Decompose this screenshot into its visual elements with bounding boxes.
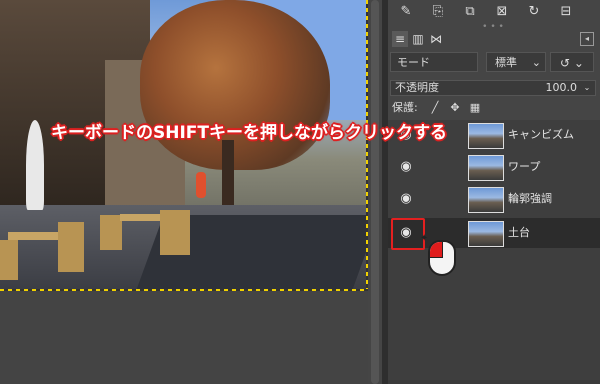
lock-alpha-icon[interactable]: ▦ bbox=[468, 100, 482, 116]
layer-thumbnail bbox=[468, 187, 504, 213]
instruction-annotation: キーボードのSHIFTキーを押しながらクリックする bbox=[51, 123, 448, 143]
scrollbar-thumb[interactable] bbox=[371, 0, 379, 384]
lock-row: 保護: ╱ ✥ ▦ bbox=[392, 100, 596, 116]
person-figure bbox=[196, 172, 206, 198]
channels-tab-icon[interactable]: ▥ bbox=[410, 31, 426, 47]
parasol bbox=[26, 120, 44, 210]
eye-icon[interactable]: ◉ bbox=[396, 192, 416, 206]
layers-tab-icon[interactable]: ≡ bbox=[392, 31, 408, 47]
layer-row[interactable]: ◉ ワープ bbox=[388, 152, 600, 182]
layer-name: 輪郭強調 bbox=[508, 192, 552, 205]
layers-panel: ✎ ⎘ ⧉ ⊠ ↻ ⊟ • • • ≡ ▥ ⋈ ◂ モード 標準 ⌄ ↺ ⌄ 不… bbox=[388, 0, 600, 384]
mode-value: 標準 bbox=[495, 56, 517, 69]
canvas-boundary bbox=[0, 289, 368, 291]
table bbox=[120, 214, 160, 221]
delete-icon[interactable]: ⊠ bbox=[494, 4, 510, 20]
panel-footer bbox=[388, 380, 600, 384]
opacity-value: 100.0 bbox=[545, 81, 578, 94]
mouse-click-icon bbox=[428, 240, 456, 276]
chair bbox=[58, 222, 84, 272]
spinner-icon[interactable]: ⌄ bbox=[581, 82, 593, 94]
vertical-scrollbar[interactable] bbox=[368, 0, 382, 384]
lock-position-icon[interactable]: ✥ bbox=[448, 100, 462, 116]
panel-toolbar: ✎ ⎘ ⧉ ⊠ ↻ ⊟ bbox=[388, 0, 600, 24]
opacity-label: 不透明度 bbox=[395, 81, 439, 94]
lock-label: 保護: bbox=[392, 101, 418, 114]
reset-icon[interactable]: ⊟ bbox=[558, 4, 574, 20]
chair bbox=[160, 210, 190, 255]
layer-row[interactable]: ◉ 輪郭強調 bbox=[388, 184, 600, 214]
mode-select[interactable]: 標準 ⌄ bbox=[486, 52, 546, 72]
layer-thumbnail bbox=[468, 155, 504, 181]
composite-mode-button[interactable]: ↺ ⌄ bbox=[550, 52, 594, 72]
layer-list: ◉ キャンビズム ◉ ワープ ◉ 輪郭強調 ◉ 土台 bbox=[388, 120, 600, 384]
mode-row: モード 標準 ⌄ ↺ ⌄ bbox=[390, 52, 598, 74]
paths-tab-icon[interactable]: ⋈ bbox=[428, 31, 444, 47]
layer-name: ワープ bbox=[508, 160, 541, 173]
duplicate-icon[interactable]: ⧉ bbox=[462, 4, 478, 20]
chair bbox=[0, 240, 18, 280]
table bbox=[8, 232, 64, 240]
click-burst-icon: ✦ bbox=[420, 233, 429, 244]
edit-icon[interactable]: ✎ bbox=[398, 4, 414, 20]
image-canvas[interactable] bbox=[0, 0, 368, 384]
refresh-icon[interactable]: ↻ bbox=[526, 4, 542, 20]
chevron-down-icon: ⌄ bbox=[531, 56, 541, 69]
chair bbox=[100, 215, 122, 250]
opacity-field[interactable]: 不透明度 100.0 ⌄ bbox=[390, 80, 596, 96]
mode-label: モード bbox=[390, 52, 478, 72]
layer-thumbnail bbox=[468, 221, 504, 247]
new-layer-icon[interactable]: ⎘ bbox=[430, 4, 446, 20]
eye-icon[interactable]: ◉ bbox=[396, 160, 416, 174]
mouse-divider bbox=[442, 242, 443, 257]
dock-tabs: ≡ ▥ ⋈ ◂ bbox=[388, 30, 600, 48]
layer-name: 土台 bbox=[508, 226, 530, 239]
lock-pixels-icon[interactable]: ╱ bbox=[428, 100, 442, 116]
tab-menu-icon[interactable]: ◂ bbox=[580, 32, 594, 46]
